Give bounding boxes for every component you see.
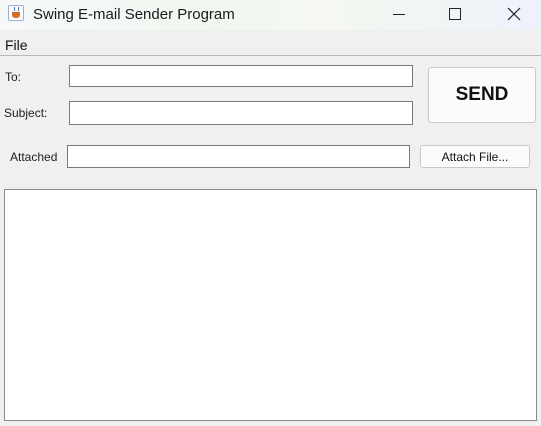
send-button[interactable]: SEND — [428, 67, 536, 123]
close-button[interactable] — [490, 0, 536, 30]
subject-label: Subject: — [4, 106, 48, 120]
to-field[interactable] — [69, 65, 413, 87]
maximize-button[interactable] — [432, 0, 478, 30]
minimize-button[interactable] — [376, 0, 422, 30]
attach-file-button[interactable]: Attach File... — [420, 145, 530, 168]
minimize-icon — [393, 14, 405, 15]
java-app-icon[interactable] — [8, 5, 24, 21]
maximize-icon — [449, 8, 461, 20]
attached-label: Attached — [10, 150, 58, 164]
menu-bar: File — [0, 34, 541, 56]
menu-file[interactable]: File — [5, 37, 28, 53]
message-body-textarea[interactable] — [4, 189, 537, 421]
to-label: To: — [5, 70, 22, 84]
title-bar[interactable]: Swing E-mail Sender Program — [0, 0, 541, 30]
subject-field[interactable] — [69, 101, 413, 125]
window-title: Swing E-mail Sender Program — [33, 6, 235, 23]
close-icon — [507, 7, 521, 21]
attached-file-field[interactable] — [67, 145, 410, 168]
